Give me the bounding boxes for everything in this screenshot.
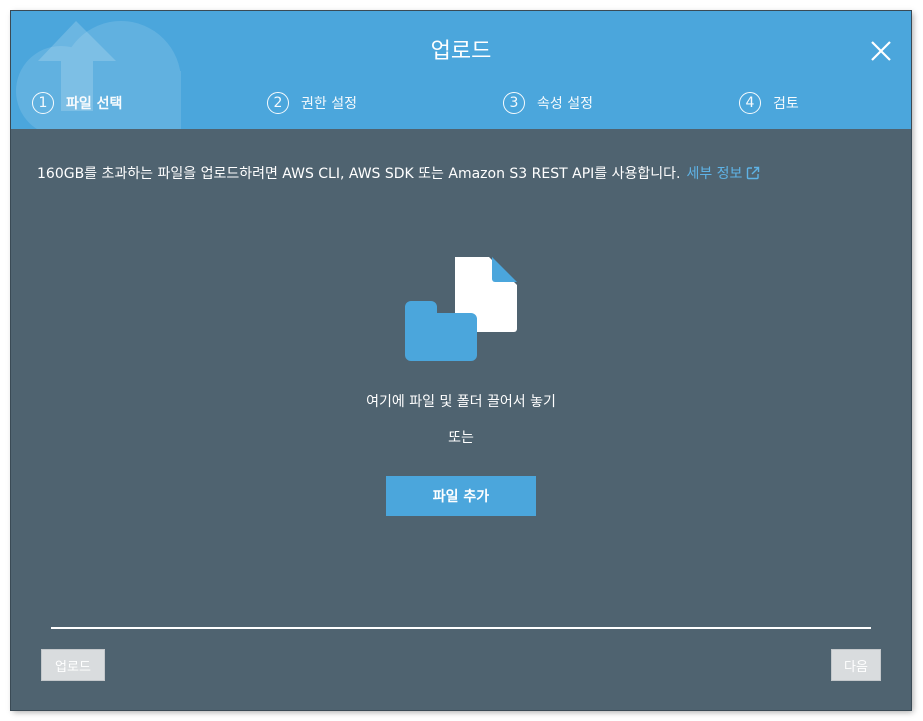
details-link[interactable]: 세부 정보: [686, 166, 760, 182]
step-review[interactable]: 4 검토: [739, 89, 799, 117]
step-label: 속성 설정: [537, 96, 593, 112]
step-number: 2: [267, 92, 289, 114]
next-button[interactable]: 다음: [831, 649, 881, 681]
size-limit-notice: 160GB를 초과하는 파일을 업로드하려면 AWS CLI, AWS SDK …: [37, 163, 760, 183]
step-number: 1: [32, 92, 54, 114]
close-icon[interactable]: [867, 37, 895, 65]
upload-dialog: 업로드 1 파일 선택 2 권한 설정 3 속성 설정 4 검토 160GB를 …: [11, 11, 911, 710]
dialog-header: 업로드 1 파일 선택 2 권한 설정 3 속성 설정 4 검토: [11, 11, 911, 129]
step-set-properties[interactable]: 3 속성 설정: [503, 89, 593, 117]
dialog-title: 업로드: [430, 39, 492, 64]
step-label: 검토: [773, 96, 799, 112]
external-link-icon: [747, 166, 760, 180]
wizard-steps: 1 파일 선택 2 권한 설정 3 속성 설정 4 검토: [11, 89, 911, 117]
step-label: 권한 설정: [301, 96, 357, 112]
drop-instruction: 여기에 파일 및 폴더 끌어서 놓기: [366, 394, 556, 410]
step-select-files[interactable]: 1 파일 선택: [32, 89, 122, 117]
add-files-button[interactable]: 파일 추가: [386, 476, 536, 516]
step-label: 파일 선택: [66, 96, 123, 112]
step-number: 4: [739, 92, 761, 114]
step-number: 3: [503, 92, 525, 114]
footer-divider: [51, 627, 871, 629]
file-folder-icon: [405, 257, 517, 361]
details-link-label: 세부 정보: [686, 166, 743, 182]
upload-button[interactable]: 업로드: [41, 649, 105, 681]
step-set-permissions[interactable]: 2 권한 설정: [267, 89, 357, 117]
or-text: 또는: [448, 430, 474, 446]
notice-text: 160GB를 초과하는 파일을 업로드하려면 AWS CLI, AWS SDK …: [37, 166, 681, 182]
